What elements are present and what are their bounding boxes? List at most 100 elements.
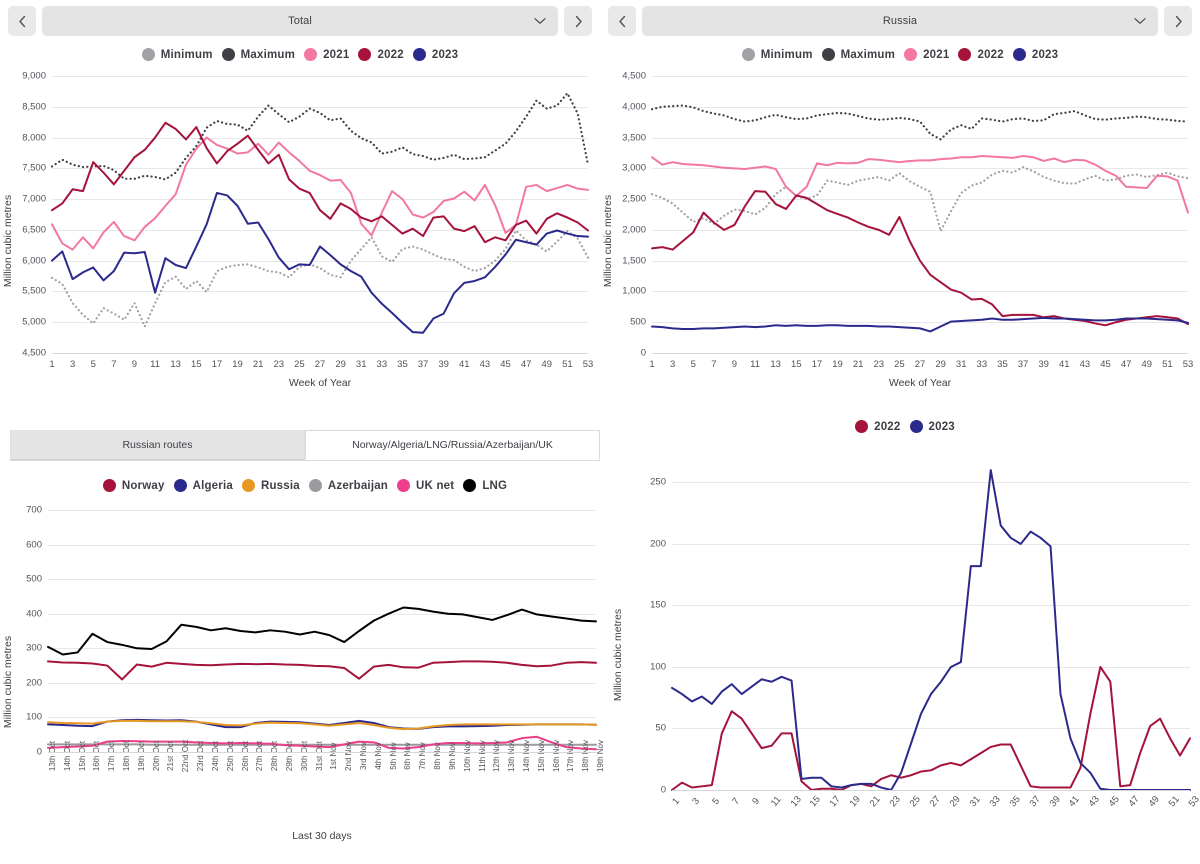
x-axis-tick: 3 [690, 795, 703, 808]
x-axis-tick: 5 [690, 359, 696, 370]
panel-transit: 2022 2023 Million cubic metres 0 50 100 150 2… [610, 410, 1200, 864]
transit-legend-item[interactable]: 2023 [909, 420, 955, 433]
legend-label: Maximum [240, 48, 296, 61]
routes-tab[interactable]: Russian routes [10, 430, 305, 460]
x-axis-tick: 11 [150, 359, 160, 370]
x-axis-tick: 49 [541, 359, 553, 370]
y-axis-tick: 6,500 [22, 224, 46, 236]
routes-legend-item[interactable]: Norway [102, 479, 165, 492]
routes-legend-item[interactable]: UK net [397, 479, 454, 492]
x-axis-tick: 15 [191, 359, 202, 370]
x-axis-tick: 29th Oct [284, 740, 294, 772]
x-axis-tick: 19 [232, 359, 243, 370]
total-y-axis-label: Million cubic metres [2, 194, 15, 287]
x-axis-tick: 51 [562, 359, 573, 370]
russia-next-button[interactable] [1164, 6, 1192, 36]
total-legend-item[interactable]: Minimum [141, 48, 213, 61]
x-axis-tick: 24th Oct [210, 740, 220, 772]
x-axis-tick: 29 [947, 793, 963, 810]
x-axis-tick: 31 [955, 359, 967, 370]
x-axis-tick: 31 [967, 793, 983, 810]
russia-prev-button[interactable] [608, 6, 636, 36]
routes-legend-item[interactable]: Azerbaijan [308, 479, 388, 492]
legend-label: Russia [260, 479, 300, 492]
dashboard-page: Total Minimum Maximum 2021 2022 2023 Million… [0, 0, 1200, 864]
x-axis-tick: 53 [582, 359, 594, 370]
legend-label: LNG [482, 479, 508, 492]
russia-legend-item[interactable]: 2023 [1012, 48, 1058, 61]
x-axis-tick: 1 [649, 359, 655, 370]
x-axis-tick: 7 [730, 795, 742, 808]
legend-swatch-icon [855, 420, 869, 433]
x-axis-tick: 23rd Oct [196, 740, 206, 772]
y-axis-tick: 0 [660, 784, 666, 796]
x-axis-tick: 27 [314, 359, 326, 370]
russia-legend-item[interactable]: Maximum [821, 48, 896, 61]
routes-legend-item[interactable]: Russia [241, 479, 300, 492]
x-axis-tick: 21st Oct [166, 741, 176, 771]
total-legend-item[interactable]: 2023 [412, 48, 458, 61]
x-axis-tick: 35 [997, 359, 1008, 370]
x-axis-tick: 6th Nov [403, 742, 413, 770]
x-axis-tick: 18th Nov [581, 739, 591, 773]
x-axis-tick: 15th Nov [536, 739, 546, 773]
x-axis-tick: 26th Oct [240, 740, 250, 772]
russia-legend-item[interactable]: Minimum [741, 48, 813, 61]
x-axis-line [52, 353, 588, 354]
series-line [51, 191, 589, 334]
total-region-dropdown[interactable]: Total [42, 6, 558, 36]
y-axis-tick: 2,000 [622, 224, 646, 236]
legend-swatch-icon [102, 479, 116, 492]
x-axis-tick: 5 [710, 795, 722, 808]
x-axis-tick: 25th Oct [225, 740, 235, 772]
x-axis-tick: 41 [1059, 359, 1070, 370]
x-axis-tick: 1 [670, 795, 683, 808]
y-axis-tick: 3,500 [622, 132, 646, 144]
x-axis-tick: 25 [294, 359, 305, 370]
total-legend-item[interactable]: 2021 [304, 48, 349, 61]
x-axis-tick: 13 [770, 359, 781, 370]
y-axis-tick: 9,000 [22, 70, 46, 82]
x-axis-tick: 11 [750, 359, 760, 370]
x-axis-tick: 19 [832, 359, 843, 370]
x-axis-tick: 51 [1162, 359, 1173, 370]
x-axis-tick: 35 [1007, 793, 1023, 810]
x-axis-tick: 15th Oct [77, 740, 87, 772]
transit-legend-item[interactable]: 2022 [855, 420, 900, 433]
total-prev-button[interactable] [8, 6, 36, 36]
total-next-button[interactable] [564, 6, 592, 36]
x-axis-tick: 9th Nov [447, 742, 457, 770]
legend-swatch-icon [141, 48, 155, 61]
x-axis-tick: 28th Oct [270, 740, 280, 772]
russia-region-dropdown[interactable]: Russia [642, 6, 1158, 36]
routes-tab[interactable]: Norway/Algeria/LNG/Russia/Azerbaijan/UK [305, 430, 600, 460]
x-axis-tick: 11 [768, 794, 784, 809]
legend-label: Maximum [840, 48, 896, 61]
x-axis-tick: 23 [887, 793, 903, 810]
russia-selector-bar: Russia [600, 0, 1200, 36]
series-line [47, 660, 597, 681]
y-axis-tick: 100 [650, 661, 666, 673]
series-line [50, 92, 590, 181]
russia-legend-item[interactable]: 2022 [958, 48, 1004, 61]
x-axis-tick: 47 [1126, 793, 1143, 810]
x-axis-tick: 20th Oct [151, 740, 161, 772]
routes-legend-item[interactable]: LNG [463, 479, 507, 492]
total-legend-item[interactable]: 2022 [358, 48, 404, 61]
legend-swatch-icon [173, 479, 187, 492]
routes-legend-item[interactable]: Algeria [173, 479, 233, 492]
plot-area [650, 76, 1190, 354]
russia-legend-item[interactable]: 2021 [904, 48, 949, 61]
total-legend-item[interactable]: Maximum [221, 48, 296, 61]
x-axis-tick: 3rd Nov [359, 741, 369, 771]
x-axis-tick: 17 [811, 359, 823, 370]
x-axis-tick: 37 [1027, 793, 1043, 810]
x-axis-tick: 31 [355, 359, 367, 370]
x-axis-tick: 33 [987, 793, 1003, 810]
x-axis-tick: 17th Nov [566, 739, 576, 773]
x-axis-tick: 19th Oct [136, 740, 146, 772]
total-chart: Million cubic metres 4,500 5,000 5,500 6,00… [0, 68, 600, 413]
legend-swatch-icon [304, 48, 318, 61]
y-axis-tick: 0 [36, 746, 42, 758]
chevron-down-icon [534, 12, 546, 30]
